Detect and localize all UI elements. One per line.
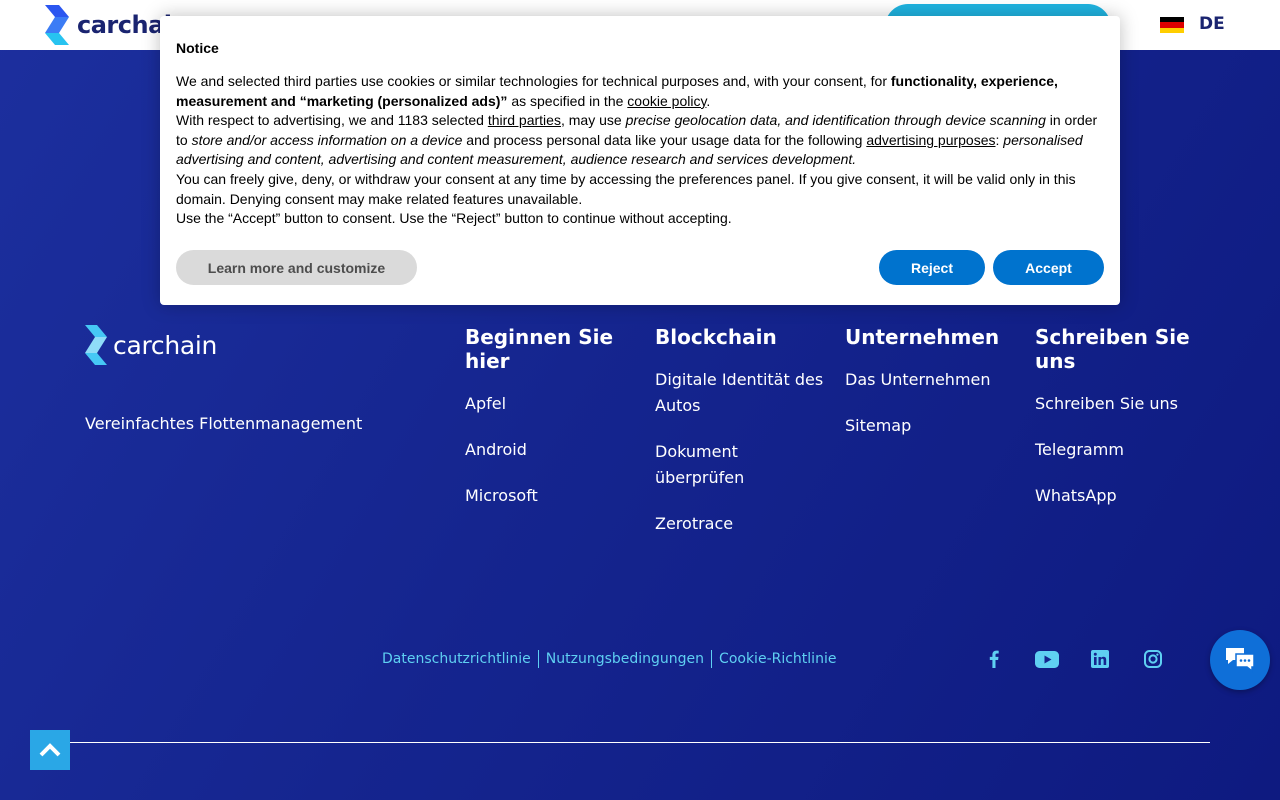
footer-link-zerotrace[interactable]: Zerotrace xyxy=(655,511,825,537)
notice-text: . xyxy=(706,92,711,109)
footer-column-blockchain: Blockchain Digitale Identität des Autos … xyxy=(655,325,825,557)
instagram-icon[interactable] xyxy=(1143,648,1163,670)
footer-logo-text: carchain xyxy=(113,330,218,360)
third-parties-link[interactable]: third parties xyxy=(488,112,561,128)
accept-button[interactable]: Accept xyxy=(993,250,1104,285)
chevron-up-icon xyxy=(39,743,61,757)
footer-column-title: Beginnen Sie hier xyxy=(465,325,614,373)
footer-link-microsoft[interactable]: Microsoft xyxy=(465,483,635,509)
separator xyxy=(711,650,713,668)
footer-link-whatsapp[interactable]: WhatsApp xyxy=(1035,483,1205,509)
cookie-notice-dialog: Notice We and selected third parties use… xyxy=(160,16,1120,305)
footer-link-write-us[interactable]: Schreiben Sie uns xyxy=(1035,391,1205,417)
chat-bubble-icon xyxy=(1226,648,1255,673)
notice-paragraph-consent: You can freely give, deny, or withdraw y… xyxy=(176,170,1076,207)
footer-column-start: Beginnen Sie hier Apfel Android Microsof… xyxy=(465,325,635,529)
notice-text: , may use xyxy=(560,112,626,129)
footer-link-telegram[interactable]: Telegramm xyxy=(1035,437,1205,463)
footer-divider xyxy=(70,742,1210,743)
learn-more-customize-button[interactable]: Learn more and customize xyxy=(176,250,417,285)
footer-column-title: Unternehmen xyxy=(845,325,1000,349)
advertising-purposes-link[interactable]: advertising purposes xyxy=(866,132,995,148)
footer-link-digital-identity[interactable]: Digitale Identität des Autos xyxy=(655,367,825,419)
privacy-policy-link[interactable]: Datenschutzrichtlinie xyxy=(382,651,531,667)
german-flag-icon[interactable] xyxy=(1160,17,1184,33)
footer-link-verify-document[interactable]: Dokument überprüfen xyxy=(655,439,825,491)
notice-paragraph-advertising: With respect to advertising, we and 1183… xyxy=(176,111,1104,170)
footer-link-company[interactable]: Das Unternehmen xyxy=(845,367,1015,393)
cookie-policy-link[interactable]: Cookie-Richtlinie xyxy=(719,651,836,667)
notice-text: and process personal data like your usag… xyxy=(462,131,867,148)
separator xyxy=(537,650,539,668)
terms-link[interactable]: Nutzungsbedingungen xyxy=(546,651,704,667)
footer-column-title: Schreiben Sie uns xyxy=(1035,325,1190,373)
youtube-icon[interactable] xyxy=(1035,648,1059,670)
notice-text-italic: store and/or access information on a dev… xyxy=(191,131,463,148)
chat-button[interactable] xyxy=(1210,630,1270,690)
footer-logo[interactable]: carchain xyxy=(85,325,217,365)
footer-column-company: Unternehmen Das Unternehmen Sitemap xyxy=(845,325,1015,459)
carchain-logo-icon xyxy=(85,325,107,365)
footer-column-title: Blockchain xyxy=(655,325,777,349)
carchain-logo-icon xyxy=(45,5,69,45)
footer-tagline: Vereinfachtes Flottenmanagement xyxy=(85,414,363,433)
notice-paragraph-purposes: We and selected third parties use cookie… xyxy=(176,72,1104,111)
linkedin-icon[interactable] xyxy=(1090,648,1110,670)
facebook-icon[interactable] xyxy=(984,648,1004,670)
notice-text-italic: precise geolocation data, and identifica… xyxy=(625,112,1046,129)
notice-text: With respect to advertising, we and 1183… xyxy=(176,112,488,129)
footer-column-contact: Schreiben Sie uns Schreiben Sie uns Tele… xyxy=(1035,325,1205,529)
footer-link-android[interactable]: Android xyxy=(465,437,635,463)
footer-link-apple[interactable]: Apfel xyxy=(465,391,635,417)
notice-text: We and selected third parties use cookie… xyxy=(176,73,891,89)
scroll-to-top-button[interactable] xyxy=(30,730,70,770)
notice-title: Notice xyxy=(176,40,219,56)
footer-link-sitemap[interactable]: Sitemap xyxy=(845,413,1015,439)
notice-text: as specified in the xyxy=(507,92,628,109)
language-selector[interactable]: DE xyxy=(1199,14,1225,34)
cookie-policy-notice-link[interactable]: cookie policy xyxy=(627,93,706,109)
legal-links: Datenschutzrichtlinie Nutzungsbedingunge… xyxy=(382,650,836,668)
reject-button[interactable]: Reject xyxy=(879,250,985,285)
notice-paragraph-buttons: Use the “Accept” button to consent. Use … xyxy=(176,210,732,227)
